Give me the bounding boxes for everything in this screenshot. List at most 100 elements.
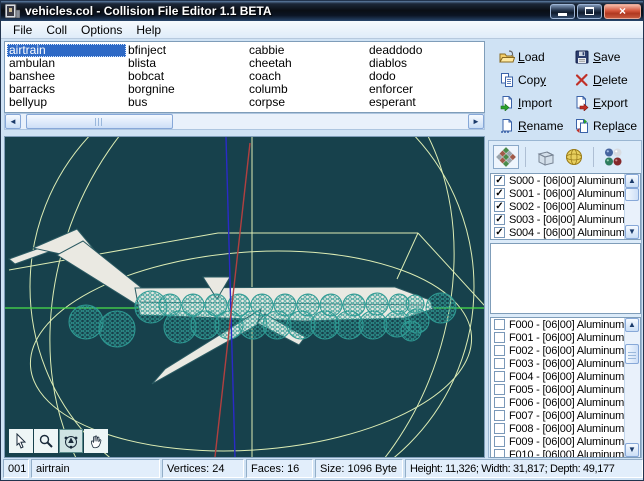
- collision-model-canvas: [5, 41, 496, 480]
- maximize-icon: [585, 7, 594, 15]
- floppy-disk-icon: [575, 50, 589, 64]
- vehicle-list: airtrain ambulan banshee barracks bellyup bf…: [4, 41, 485, 113]
- thumb-grip-icon: [628, 349, 636, 359]
- face-group-row[interactable]: F004 - [06|00] Aluminum: [491, 370, 640, 383]
- checkbox[interactable]: [494, 436, 505, 447]
- import-button[interactable]: Import: [499, 93, 552, 113]
- faces-view-button[interactable]: [493, 145, 519, 169]
- viewport-3d[interactable]: [4, 41, 496, 480]
- box-view-button[interactable]: [532, 145, 558, 169]
- vehicle-list-item[interactable]: esperant: [367, 96, 484, 109]
- rotate-tool-button[interactable]: [59, 429, 83, 453]
- checkbox[interactable]: [494, 332, 505, 343]
- magnifier-icon: [39, 434, 53, 448]
- replace-pages-icon: [576, 119, 588, 133]
- checkbox[interactable]: [494, 397, 505, 408]
- load-label: Load: [518, 50, 545, 64]
- sphere-group-row[interactable]: ✓ S001 - [06|00] Aluminum: [491, 187, 640, 200]
- face-group-row[interactable]: F003 - [06|00] Aluminum: [491, 357, 640, 370]
- menu-item[interactable]: File: [6, 22, 39, 38]
- checkbox[interactable]: [494, 358, 505, 369]
- checkbox[interactable]: [494, 345, 505, 356]
- status-dimensions: Height: 11,326; Width: 31,817; Depth: 49…: [405, 459, 643, 478]
- sphere-group-row[interactable]: ✓ S000 - [06|00] Aluminum: [491, 174, 640, 187]
- vehicle-list-item[interactable]: bellyup: [7, 96, 126, 109]
- group-label: S000 - [06|00] Aluminum: [509, 174, 625, 187]
- rename-button[interactable]: Rename: [499, 116, 563, 136]
- face-group-row[interactable]: F005 - [06|00] Aluminum: [491, 383, 640, 396]
- menu-item[interactable]: Coll: [39, 22, 74, 38]
- menu-item[interactable]: Options: [74, 22, 129, 38]
- hand-icon: [90, 435, 102, 449]
- checkbox[interactable]: ✓: [494, 201, 505, 212]
- scroll-up-button[interactable]: ▲: [625, 318, 639, 332]
- delete-button[interactable]: Delete: [574, 70, 628, 90]
- close-button[interactable]: ×: [604, 3, 641, 19]
- wireframe-sphere-icon: [566, 149, 582, 165]
- vehicle-column-2: bfinject blista bobcat borgnine bus: [126, 44, 245, 109]
- materials-diamond-icon: [496, 147, 516, 167]
- sphere-groups-list: ✓ S000 - [06|00] Aluminum ✓ S001 - [06|0…: [490, 173, 641, 240]
- export-button[interactable]: Export: [574, 93, 628, 113]
- checkbox[interactable]: ✓: [494, 227, 505, 238]
- face-group-row[interactable]: F008 - [06|00] Aluminum: [491, 422, 640, 435]
- face-group-row[interactable]: F007 - [06|00] Aluminum: [491, 409, 640, 422]
- vscroll-thumb[interactable]: [625, 188, 639, 201]
- minimize-button[interactable]: [550, 3, 575, 19]
- checkbox[interactable]: [494, 449, 505, 457]
- face-group-row[interactable]: F000 - [06|00] Aluminum: [491, 318, 640, 331]
- scroll-down-button[interactable]: ▼: [625, 225, 639, 239]
- vehicle-list-hscrollbar[interactable]: ◄ ►: [4, 113, 485, 130]
- menu-bar: File Coll Options Help: [1, 21, 643, 39]
- save-button[interactable]: Save: [574, 47, 620, 67]
- replace-button[interactable]: Replace: [574, 116, 637, 136]
- pan-tool-button[interactable]: [84, 429, 108, 453]
- sphere-group-row[interactable]: ✓ S003 - [06|00] Aluminum: [491, 213, 640, 226]
- cursor-arrow-icon: [16, 433, 27, 449]
- checkbox[interactable]: [494, 384, 505, 395]
- checkbox[interactable]: [494, 319, 505, 330]
- zoom-tool-button[interactable]: [34, 429, 58, 453]
- sphere-group-row[interactable]: ✓ S004 - [06|00] Aluminum: [491, 226, 640, 239]
- toolbar-separator: [525, 147, 526, 167]
- copy-pages-icon: [501, 73, 513, 87]
- vehicle-list-item[interactable]: corpse: [247, 96, 366, 109]
- face-group-row[interactable]: F001 - [06|00] Aluminum: [491, 331, 640, 344]
- vehicle-column-1: airtrain ambulan banshee barracks bellyup: [7, 44, 126, 109]
- sphere-group-row[interactable]: ✓ S002 - [06|00] Aluminum: [491, 200, 640, 213]
- checkbox[interactable]: [494, 423, 505, 434]
- status-bar: 001 airtrain Vertices: 24 Faces: 16 Size…: [1, 459, 643, 479]
- checkbox[interactable]: [494, 410, 505, 421]
- checkbox[interactable]: ✓: [494, 188, 505, 199]
- face-group-row[interactable]: F002 - [06|00] Aluminum: [491, 344, 640, 357]
- replace-label: Replace: [593, 119, 638, 133]
- scroll-up-button[interactable]: ▲: [625, 174, 639, 188]
- status-faces: Faces: 16: [246, 459, 313, 478]
- sphere-list-scrollbar[interactable]: ▲ ▼: [624, 174, 640, 239]
- scroll-right-button[interactable]: ►: [468, 114, 484, 129]
- select-tool-button[interactable]: [9, 429, 33, 453]
- face-group-row[interactable]: F010 - [06|00] Aluminum: [491, 448, 640, 457]
- checkbox[interactable]: ✓: [494, 214, 505, 225]
- window-title: vehicles.col - Collision File Editor 1.1…: [25, 4, 272, 18]
- sphere-view-button[interactable]: [561, 145, 587, 169]
- maximize-button[interactable]: [577, 3, 602, 19]
- face-group-row[interactable]: F009 - [06|00] Aluminum: [491, 435, 640, 448]
- scroll-left-button[interactable]: ◄: [5, 114, 21, 129]
- copy-button[interactable]: Copy: [499, 70, 546, 90]
- load-button[interactable]: Load: [499, 47, 545, 67]
- spheres-view-button[interactable]: [600, 145, 626, 169]
- group-label: S005 - [06|00] Aluminum: [509, 240, 625, 241]
- menu-item[interactable]: Help: [129, 22, 168, 38]
- face-list-scrollbar[interactable]: ▲ ▼: [624, 318, 640, 457]
- face-group-row[interactable]: F006 - [06|00] Aluminum: [491, 396, 640, 409]
- checkbox[interactable]: [494, 371, 505, 382]
- vehicle-list-item[interactable]: bus: [126, 96, 245, 109]
- hscroll-thumb[interactable]: [26, 114, 173, 129]
- group-label: F009 - [06|00] Aluminum: [509, 435, 625, 448]
- checkbox[interactable]: ✓: [494, 175, 505, 186]
- vscroll-thumb[interactable]: [625, 344, 639, 364]
- export-page-icon: [576, 96, 589, 111]
- sphere-group-row[interactable]: ✓ S005 - [06|00] Aluminum: [491, 239, 640, 240]
- scroll-down-button[interactable]: ▼: [625, 443, 639, 457]
